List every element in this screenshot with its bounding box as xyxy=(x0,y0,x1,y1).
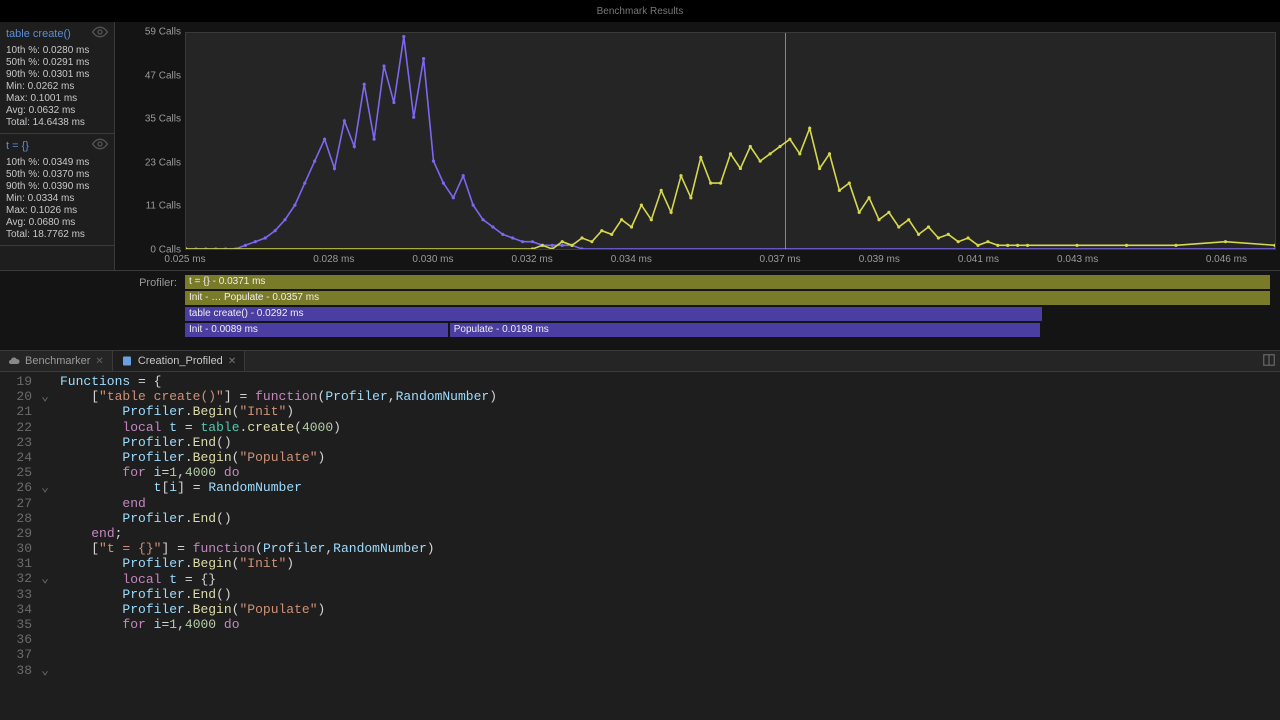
visibility-icon[interactable] xyxy=(92,136,108,155)
stat-line: 10th %: 0.0280 ms xyxy=(6,45,108,57)
x-tick: 0.028 ms xyxy=(313,254,354,265)
y-tick: 23 Calls xyxy=(145,157,181,168)
stat-line: Avg: 0.0632 ms xyxy=(6,105,108,117)
fold-toggle[interactable]: ⌄ xyxy=(38,389,52,404)
stat-line: Total: 18.7762 ms xyxy=(6,229,108,241)
y-tick: 35 Calls xyxy=(145,114,181,125)
code-line[interactable]: Profiler.Begin("Populate") xyxy=(60,602,1280,617)
benchmark-panel: table create() 10th %: 0.0280 ms 50th %:… xyxy=(0,22,1280,270)
y-tick: 47 Calls xyxy=(145,70,181,81)
code-area[interactable]: Functions = { ["table create()"] = funct… xyxy=(52,372,1280,720)
stat-line: Min: 0.0262 ms xyxy=(6,81,108,93)
stats-column: table create() 10th %: 0.0280 ms 50th %:… xyxy=(0,22,115,270)
code-line[interactable]: Profiler.Begin("Init") xyxy=(60,404,1280,419)
y-tick: 11 Calls xyxy=(146,201,181,212)
editor-tab[interactable]: Benchmarker ✕ xyxy=(0,351,113,371)
stat-title[interactable]: table create() xyxy=(6,28,71,40)
fold-toggle[interactable]: ⌄ xyxy=(38,480,52,495)
close-icon[interactable]: ✕ xyxy=(228,356,236,367)
window-titlebar: Benchmark Results xyxy=(0,0,1280,22)
code-line[interactable]: local t = table.create(4000) xyxy=(60,420,1280,435)
x-tick: 0.039 ms xyxy=(859,254,900,265)
stat-line: Avg: 0.0680 ms xyxy=(6,217,108,229)
code-line[interactable]: Profiler.Begin("Populate") xyxy=(60,450,1280,465)
x-tick: 0.025 ms xyxy=(164,254,205,265)
stat-block-t-empty: t = {} 10th %: 0.0349 ms 50th %: 0.0370 … xyxy=(0,134,114,246)
profiler-bar[interactable]: Init - 0.0089 ms xyxy=(185,323,448,337)
series-line xyxy=(186,128,1275,249)
fold-toggle[interactable]: ⌄ xyxy=(38,571,52,586)
x-tick: 0.032 ms xyxy=(512,254,553,265)
fold-toggle[interactable]: ⌄ xyxy=(38,663,52,678)
code-editor[interactable]: 1920212223242526272829303132333435363738… xyxy=(0,372,1280,720)
editor-tab[interactable]: Creation_Profiled ✕ xyxy=(113,351,245,371)
x-tick: 0.043 ms xyxy=(1057,254,1098,265)
stat-line: Total: 14.6438 ms xyxy=(6,117,108,129)
split-editor-icon[interactable] xyxy=(1262,353,1276,370)
code-line[interactable]: end xyxy=(60,496,1280,511)
fold-gutter[interactable]: ⌄ ⌄ ⌄ ⌄ xyxy=(38,372,52,720)
x-tick: 0.041 ms xyxy=(958,254,999,265)
profiler-bar[interactable]: Init - … Populate - 0.0357 ms xyxy=(185,291,1270,305)
profiler-bar[interactable]: table create() - 0.0292 ms xyxy=(185,307,1042,321)
x-tick: 0.046 ms xyxy=(1206,254,1247,265)
stat-block-table-create: table create() 10th %: 0.0280 ms 50th %:… xyxy=(0,22,114,134)
close-icon[interactable]: ✕ xyxy=(95,356,103,367)
code-line[interactable]: Profiler.Begin("Init") xyxy=(60,556,1280,571)
y-axis: 0 Calls11 Calls23 Calls35 Calls47 Calls5… xyxy=(135,32,185,250)
editor-tab-strip: Benchmarker ✕ Creation_Profiled ✕ xyxy=(0,350,1280,372)
window-title: Benchmark Results xyxy=(597,6,684,17)
code-line[interactable]: for i=1,4000 do xyxy=(60,465,1280,480)
profiler-bar[interactable]: t = {} - 0.0371 ms xyxy=(185,275,1270,289)
stat-line: 90th %: 0.0301 ms xyxy=(6,69,108,81)
profiler-bars[interactable]: t = {} - 0.0371 ms Init - … Populate - 0.… xyxy=(185,271,1280,350)
code-line[interactable]: Profiler.End() xyxy=(60,587,1280,602)
code-line[interactable]: Profiler.End() xyxy=(60,511,1280,526)
code-line[interactable]: ["t = {}"] = function(Profiler,RandomNum… xyxy=(60,541,1280,556)
tab-label: Benchmarker xyxy=(25,355,90,367)
code-line[interactable]: for i=1,4000 do xyxy=(60,617,1280,632)
x-tick: 0.034 ms xyxy=(611,254,652,265)
chart-cursor[interactable] xyxy=(785,33,786,249)
stat-line: 50th %: 0.0370 ms xyxy=(6,169,108,181)
code-line[interactable]: Profiler.End() xyxy=(60,435,1280,450)
script-icon xyxy=(121,355,133,367)
code-line[interactable]: Functions = { xyxy=(60,374,1280,389)
series-line xyxy=(186,37,1275,249)
profiler-bar[interactable]: Populate - 0.0198 ms xyxy=(450,323,1040,337)
visibility-icon[interactable] xyxy=(92,24,108,43)
stat-line: 90th %: 0.0390 ms xyxy=(6,181,108,193)
code-line[interactable]: local t = {} xyxy=(60,572,1280,587)
y-tick: 59 Calls xyxy=(145,27,181,38)
line-gutter: 1920212223242526272829303132333435363738 xyxy=(0,372,38,720)
cloud-icon xyxy=(8,355,20,367)
tab-label: Creation_Profiled xyxy=(138,355,223,367)
code-line[interactable]: ["table create()"] = function(Profiler,R… xyxy=(60,389,1280,404)
profiler-label: Profiler: xyxy=(0,271,185,350)
x-tick: 0.037 ms xyxy=(760,254,801,265)
histogram-chart[interactable]: 0 Calls11 Calls23 Calls35 Calls47 Calls5… xyxy=(115,22,1280,270)
stat-line: Max: 0.1026 ms xyxy=(6,205,108,217)
x-axis: 0.025 ms0.028 ms0.030 ms0.032 ms0.034 ms… xyxy=(185,252,1276,270)
x-tick: 0.030 ms xyxy=(412,254,453,265)
stat-line: Max: 0.1001 ms xyxy=(6,93,108,105)
stat-title[interactable]: t = {} xyxy=(6,140,29,152)
code-line[interactable]: end; xyxy=(60,526,1280,541)
profiler-panel: Profiler: t = {} - 0.0371 ms Init - … Pop… xyxy=(0,270,1280,350)
code-line[interactable]: t[i] = RandomNumber xyxy=(60,480,1280,495)
chart-plot-area[interactable] xyxy=(185,32,1276,250)
stat-line: Min: 0.0334 ms xyxy=(6,193,108,205)
stat-line: 50th %: 0.0291 ms xyxy=(6,57,108,69)
stat-line: 10th %: 0.0349 ms xyxy=(6,157,108,169)
